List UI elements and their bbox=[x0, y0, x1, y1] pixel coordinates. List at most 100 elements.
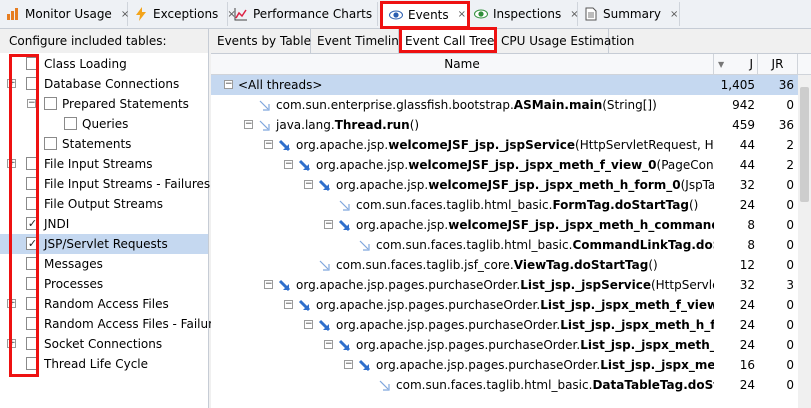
leaf-call-icon bbox=[339, 200, 350, 211]
method-signature: (HttpServletRequest, HttpServletRe bbox=[575, 138, 714, 152]
table-checkbox[interactable] bbox=[26, 257, 39, 270]
tab-label: Inspections bbox=[493, 7, 562, 21]
table-checkbox[interactable] bbox=[26, 57, 39, 70]
table-checkbox[interactable] bbox=[26, 77, 39, 90]
table-item[interactable]: Statements bbox=[0, 134, 208, 154]
expand-icon[interactable]: + bbox=[7, 159, 16, 168]
tab-exceptions[interactable]: Exceptions × bbox=[128, 2, 236, 26]
call-tree-row[interactable]: − org.apache.jsp. welcomeJSF_jsp._jspx_met… bbox=[211, 175, 811, 195]
collapse-icon[interactable]: − bbox=[344, 360, 353, 369]
collapse-icon[interactable]: − bbox=[324, 220, 333, 229]
collapse-icon[interactable]: − bbox=[304, 320, 313, 329]
call-tree-row[interactable]: − org.apache.jsp.pages.purchaseOrder. List… bbox=[211, 295, 811, 315]
table-checkbox[interactable] bbox=[64, 117, 77, 130]
table-checkbox[interactable]: ✓ bbox=[26, 217, 39, 230]
call-tree-row[interactable]: com.sun.enterprise.glassfish.bootstrap. A… bbox=[211, 95, 811, 115]
expand-icon[interactable]: + bbox=[7, 299, 16, 308]
tab-monitor-usage[interactable]: Monitor Usage × bbox=[0, 2, 129, 26]
subtab-label: Event Call Tree bbox=[405, 34, 495, 48]
table-item-label: File Input Streams - Failures bbox=[44, 177, 211, 191]
collapse-icon[interactable]: − bbox=[264, 140, 273, 149]
table-checkbox[interactable] bbox=[26, 297, 39, 310]
leaf-call-icon bbox=[379, 380, 390, 391]
tab-inspections[interactable]: Inspections × bbox=[468, 2, 579, 26]
table-checkbox[interactable] bbox=[26, 357, 39, 370]
method-package: java.lang. bbox=[276, 118, 335, 132]
collapse-icon[interactable]: − bbox=[324, 340, 333, 349]
expand-icon[interactable]: + bbox=[7, 79, 16, 88]
collapse-icon[interactable]: − bbox=[264, 280, 273, 289]
collapse-icon[interactable]: − bbox=[284, 300, 293, 309]
call-tree-row[interactable]: com.sun.faces.taglib.jsf_core. ViewTag.do… bbox=[211, 255, 811, 275]
table-checkbox[interactable] bbox=[26, 197, 39, 210]
table-item[interactable]: Thread Life Cycle bbox=[0, 354, 208, 374]
call-tree-row[interactable]: com.sun.faces.taglib.html_basic. DataTabl… bbox=[211, 375, 811, 395]
table-item[interactable]: − Prepared Statements bbox=[0, 94, 208, 114]
close-tab-icon[interactable]: × bbox=[670, 9, 678, 20]
close-tab-icon[interactable]: × bbox=[458, 9, 466, 20]
collapse-icon[interactable]: − bbox=[244, 120, 253, 129]
table-item[interactable]: ✓ JSP/Servlet Requests bbox=[0, 234, 208, 254]
subtab-event-call-tree[interactable]: Event Call Tree bbox=[399, 29, 495, 53]
table-item[interactable]: Queries bbox=[0, 114, 208, 134]
table-checkbox[interactable] bbox=[26, 337, 39, 350]
call-tree-row[interactable]: − org.apache.jsp. welcomeJSF_jsp._jspServi… bbox=[211, 135, 811, 155]
call-tree-row[interactable]: − org.apache.jsp. welcomeJSF_jsp._jspx_met… bbox=[211, 215, 811, 235]
call-tree-row[interactable]: − org.apache.jsp.pages.purchaseOrder. List… bbox=[211, 355, 811, 375]
subtab-event-timeline[interactable]: Event Timeline bbox=[311, 29, 406, 53]
j-value: 12 bbox=[739, 258, 755, 272]
subtab-label: Events by Table bbox=[217, 34, 312, 48]
expand-icon[interactable]: + bbox=[7, 339, 16, 348]
collapse-icon[interactable]: − bbox=[284, 160, 293, 169]
call-tree-row[interactable]: − org.apache.jsp.pages.purchaseOrder. List… bbox=[211, 275, 811, 295]
table-item[interactable]: File Input Streams - Failures bbox=[0, 174, 211, 194]
table-checkbox[interactable] bbox=[26, 177, 39, 190]
table-checkbox[interactable] bbox=[26, 317, 39, 330]
sort-descending-icon: ▼ bbox=[718, 59, 725, 69]
table-item-label: Thread Life Cycle bbox=[44, 357, 149, 371]
table-checkbox[interactable]: ✓ bbox=[26, 237, 39, 250]
call-tree-row[interactable]: − org.apache.jsp.pages.purchaseOrder. List… bbox=[211, 315, 811, 335]
collapse-icon[interactable]: − bbox=[27, 99, 36, 108]
table-item[interactable]: ✓ JNDI bbox=[0, 214, 208, 234]
tables-panel-header: Configure included tables: bbox=[0, 29, 208, 53]
collapse-icon[interactable]: − bbox=[224, 80, 233, 89]
table-item[interactable]: + Random Access Files bbox=[0, 294, 208, 314]
table-checkbox[interactable] bbox=[26, 157, 39, 170]
call-tree-row[interactable]: com.sun.faces.taglib.html_basic. CommandL… bbox=[211, 235, 811, 255]
tab-events[interactable]: Events × bbox=[382, 1, 468, 27]
scrollbar-thumb[interactable] bbox=[800, 87, 809, 202]
j-value: 459 bbox=[732, 118, 755, 132]
jr-value: 3 bbox=[786, 278, 794, 292]
column-header-name[interactable]: Name bbox=[211, 54, 714, 74]
call-tree-row[interactable]: − org.apache.jsp. welcomeJSF_jsp._jspx_met… bbox=[211, 155, 811, 175]
method-name: FormTag.doStartTag bbox=[552, 198, 689, 212]
table-item[interactable]: + File Input Streams bbox=[0, 154, 208, 174]
call-tree-row[interactable]: com.sun.faces.taglib.html_basic. FormTag.… bbox=[211, 195, 811, 215]
table-item[interactable]: + Database Connections bbox=[0, 74, 208, 94]
table-item[interactable]: Processes bbox=[0, 274, 208, 294]
method-package: org.apache.jsp. bbox=[316, 158, 409, 172]
table-item[interactable]: Random Access Files - Failures bbox=[0, 314, 226, 334]
leaf-call-icon bbox=[359, 240, 370, 251]
call-tree-row[interactable]: − org.apache.jsp.pages.purchaseOrder. List… bbox=[211, 335, 811, 355]
table-item[interactable]: + Socket Connections bbox=[0, 334, 208, 354]
table-item[interactable]: Class Loading bbox=[0, 54, 208, 74]
tab-performance-charts[interactable]: Performance Charts× bbox=[228, 2, 389, 26]
table-checkbox[interactable] bbox=[26, 277, 39, 290]
subtab-cpu-usage-estimation[interactable]: CPU Usage Estimation bbox=[495, 29, 634, 53]
vertical-scrollbar[interactable] bbox=[798, 75, 811, 408]
table-item[interactable]: Messages bbox=[0, 254, 208, 274]
call-tree-row[interactable]: − java.lang. Thread.run() 459 36 bbox=[211, 115, 811, 135]
column-header-j[interactable]: ▼ J bbox=[714, 54, 758, 74]
tab-summary[interactable]: Summary × bbox=[578, 2, 680, 26]
call-tree-row[interactable]: − <All threads> 1,405 36 bbox=[211, 75, 811, 95]
table-item[interactable]: File Output Streams bbox=[0, 194, 208, 214]
subtab-events-by-table[interactable]: Events by Table bbox=[211, 29, 311, 53]
table-checkbox[interactable] bbox=[44, 137, 57, 150]
table-checkbox[interactable] bbox=[44, 97, 57, 110]
method-signature: (PageContext) bbox=[656, 158, 714, 172]
column-header-jr[interactable]: JR bbox=[758, 54, 798, 74]
method-name: Thread.run bbox=[334, 118, 410, 132]
collapse-icon[interactable]: − bbox=[304, 180, 313, 189]
